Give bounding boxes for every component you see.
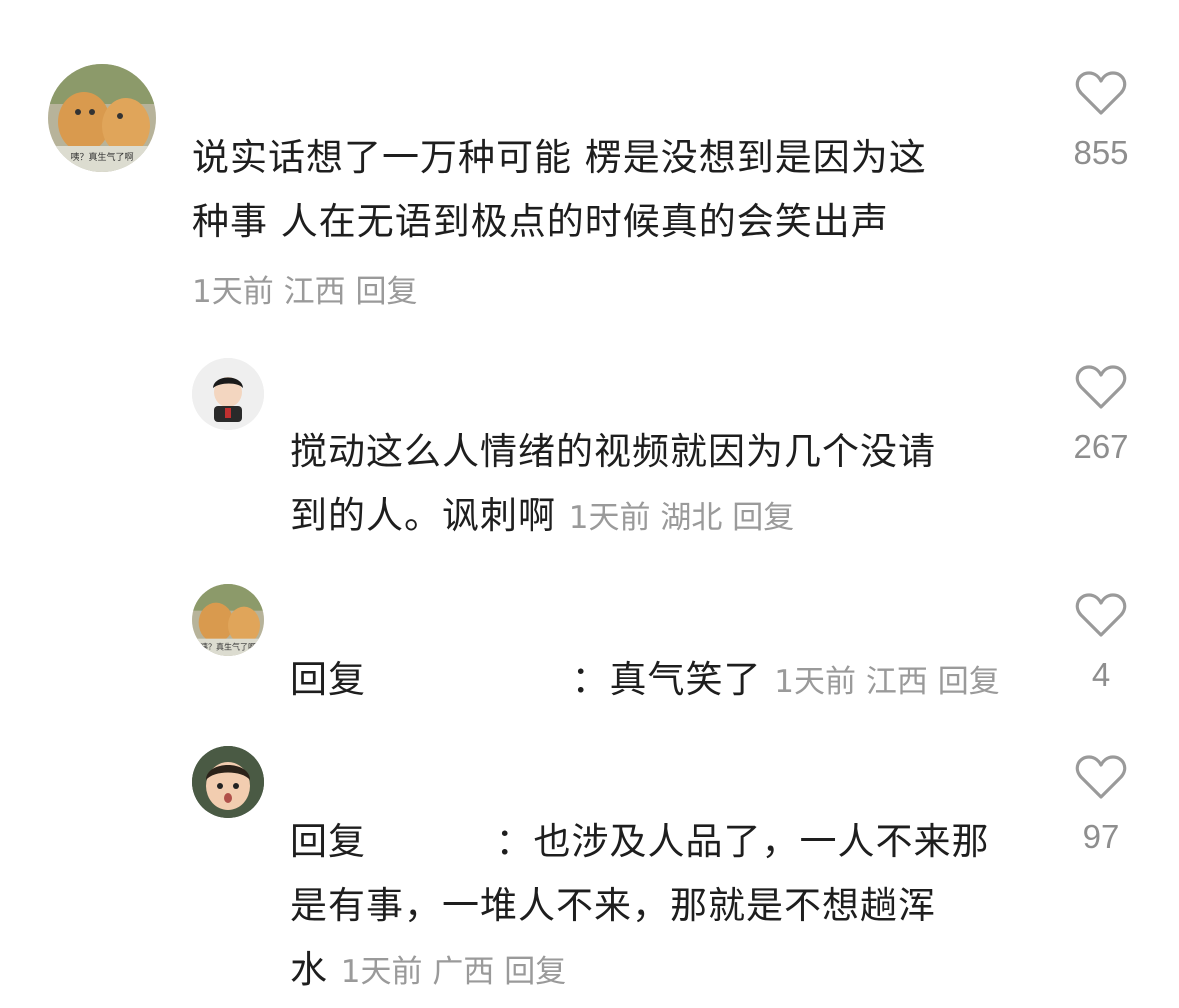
comment-text-line-1: 说实话想了一万种可能 楞是没想到是因为这 [192,136,927,179]
like-button[interactable]: 267 [1051,364,1151,466]
reply-button[interactable]: 回复 [355,274,417,310]
avatar[interactable] [192,358,264,430]
comment-text: 回复 ：真气笑了 1天前 江西 回复 [290,648,1000,714]
heart-outline-icon [1075,365,1127,409]
comment-location: 江西 [865,664,928,700]
reply-prefix: 回复 [290,658,366,701]
comment-time: 1天前 [192,274,274,310]
comment-text-line-2: 到的人。讽刺啊 1天前 湖北 回复 [290,484,936,550]
like-button[interactable]: 855 [1051,70,1151,172]
like-count: 4 [1091,656,1111,693]
comment-text: 说实话想了一万种可能 楞是没想到是因为这 种事 人在无语到极点的时候真的会笑出声 [192,126,927,254]
reply-button[interactable]: 回复 [504,954,566,990]
comment-text-line-3-content: 水 [290,948,328,991]
comment-meta: 1天前 广西 回复 [341,954,566,990]
avatar[interactable] [192,746,264,818]
comment-time: 1天前 [340,954,423,990]
comment-meta: 1天前 湖北 回复 [569,500,794,536]
comment-text-line-3: 水 1天前 广西 回复 [290,938,990,1004]
reply-button[interactable]: 回复 [732,500,794,536]
comment-text-line-1: 搅动这么人情绪的视频就因为几个没请 [290,430,936,473]
heart-outline-icon [1075,755,1127,799]
cartoon-boy-avatar-image [192,358,264,430]
comment-text: 回复 ：也涉及人品了，一人不来那 是有事，一堆人不来，那就是不想趟浑 水 1天前… [290,810,990,1004]
comment-text-content: ：真气笑了 [571,658,762,701]
heart-outline-icon [1075,593,1127,637]
reply-button[interactable]: 回复 [938,664,1000,700]
like-button[interactable]: 4 [1051,592,1151,694]
like-count: 97 [1082,818,1120,855]
comment-text-line-2-content: 到的人。讽刺啊 [290,494,556,537]
comment-time: 1天前 [774,664,857,700]
comment-time: 1天前 [568,500,651,536]
cat-avatar-image: 咦？真生气了啊 [192,584,264,656]
comment-location: 湖北 [660,500,723,536]
heart-outline-icon [1075,71,1127,115]
avatar[interactable]: 咦？真生气了啊 [192,584,264,656]
comment-meta: 1天前 江西 回复 [774,664,999,700]
avatar[interactable]: 咦？真生气了啊 [48,64,156,172]
comment-text-line-2: 种事 人在无语到极点的时候真的会笑出声 [192,200,889,243]
like-button[interactable]: 97 [1051,754,1151,856]
svg-text:咦？真生气了啊: 咦？真生气了啊 [70,151,133,163]
comment-text-line-1-content: ：也涉及人品了，一人不来那 [495,820,990,863]
comment-meta: 1天前 江西 回复 [192,260,417,324]
comment-text: 搅动这么人情绪的视频就因为几个没请 到的人。讽刺啊 1天前 湖北 回复 [290,420,936,550]
comment-location: 江西 [283,274,346,310]
svg-text:咦？真生气了啊: 咦？真生气了啊 [200,641,256,651]
cat-avatar-image: 咦？真生气了啊 [48,64,156,172]
reply-prefix: 回复 [290,820,366,863]
like-count: 267 [1073,428,1129,465]
child-photo-avatar-image [192,746,264,818]
comment-location: 广西 [432,954,495,990]
comment-text-line-1: 回复 ：也涉及人品了，一人不来那 [290,810,990,874]
like-count: 855 [1073,134,1129,171]
comment-text-line-2: 是有事，一堆人不来，那就是不想趟浑 [290,884,936,927]
